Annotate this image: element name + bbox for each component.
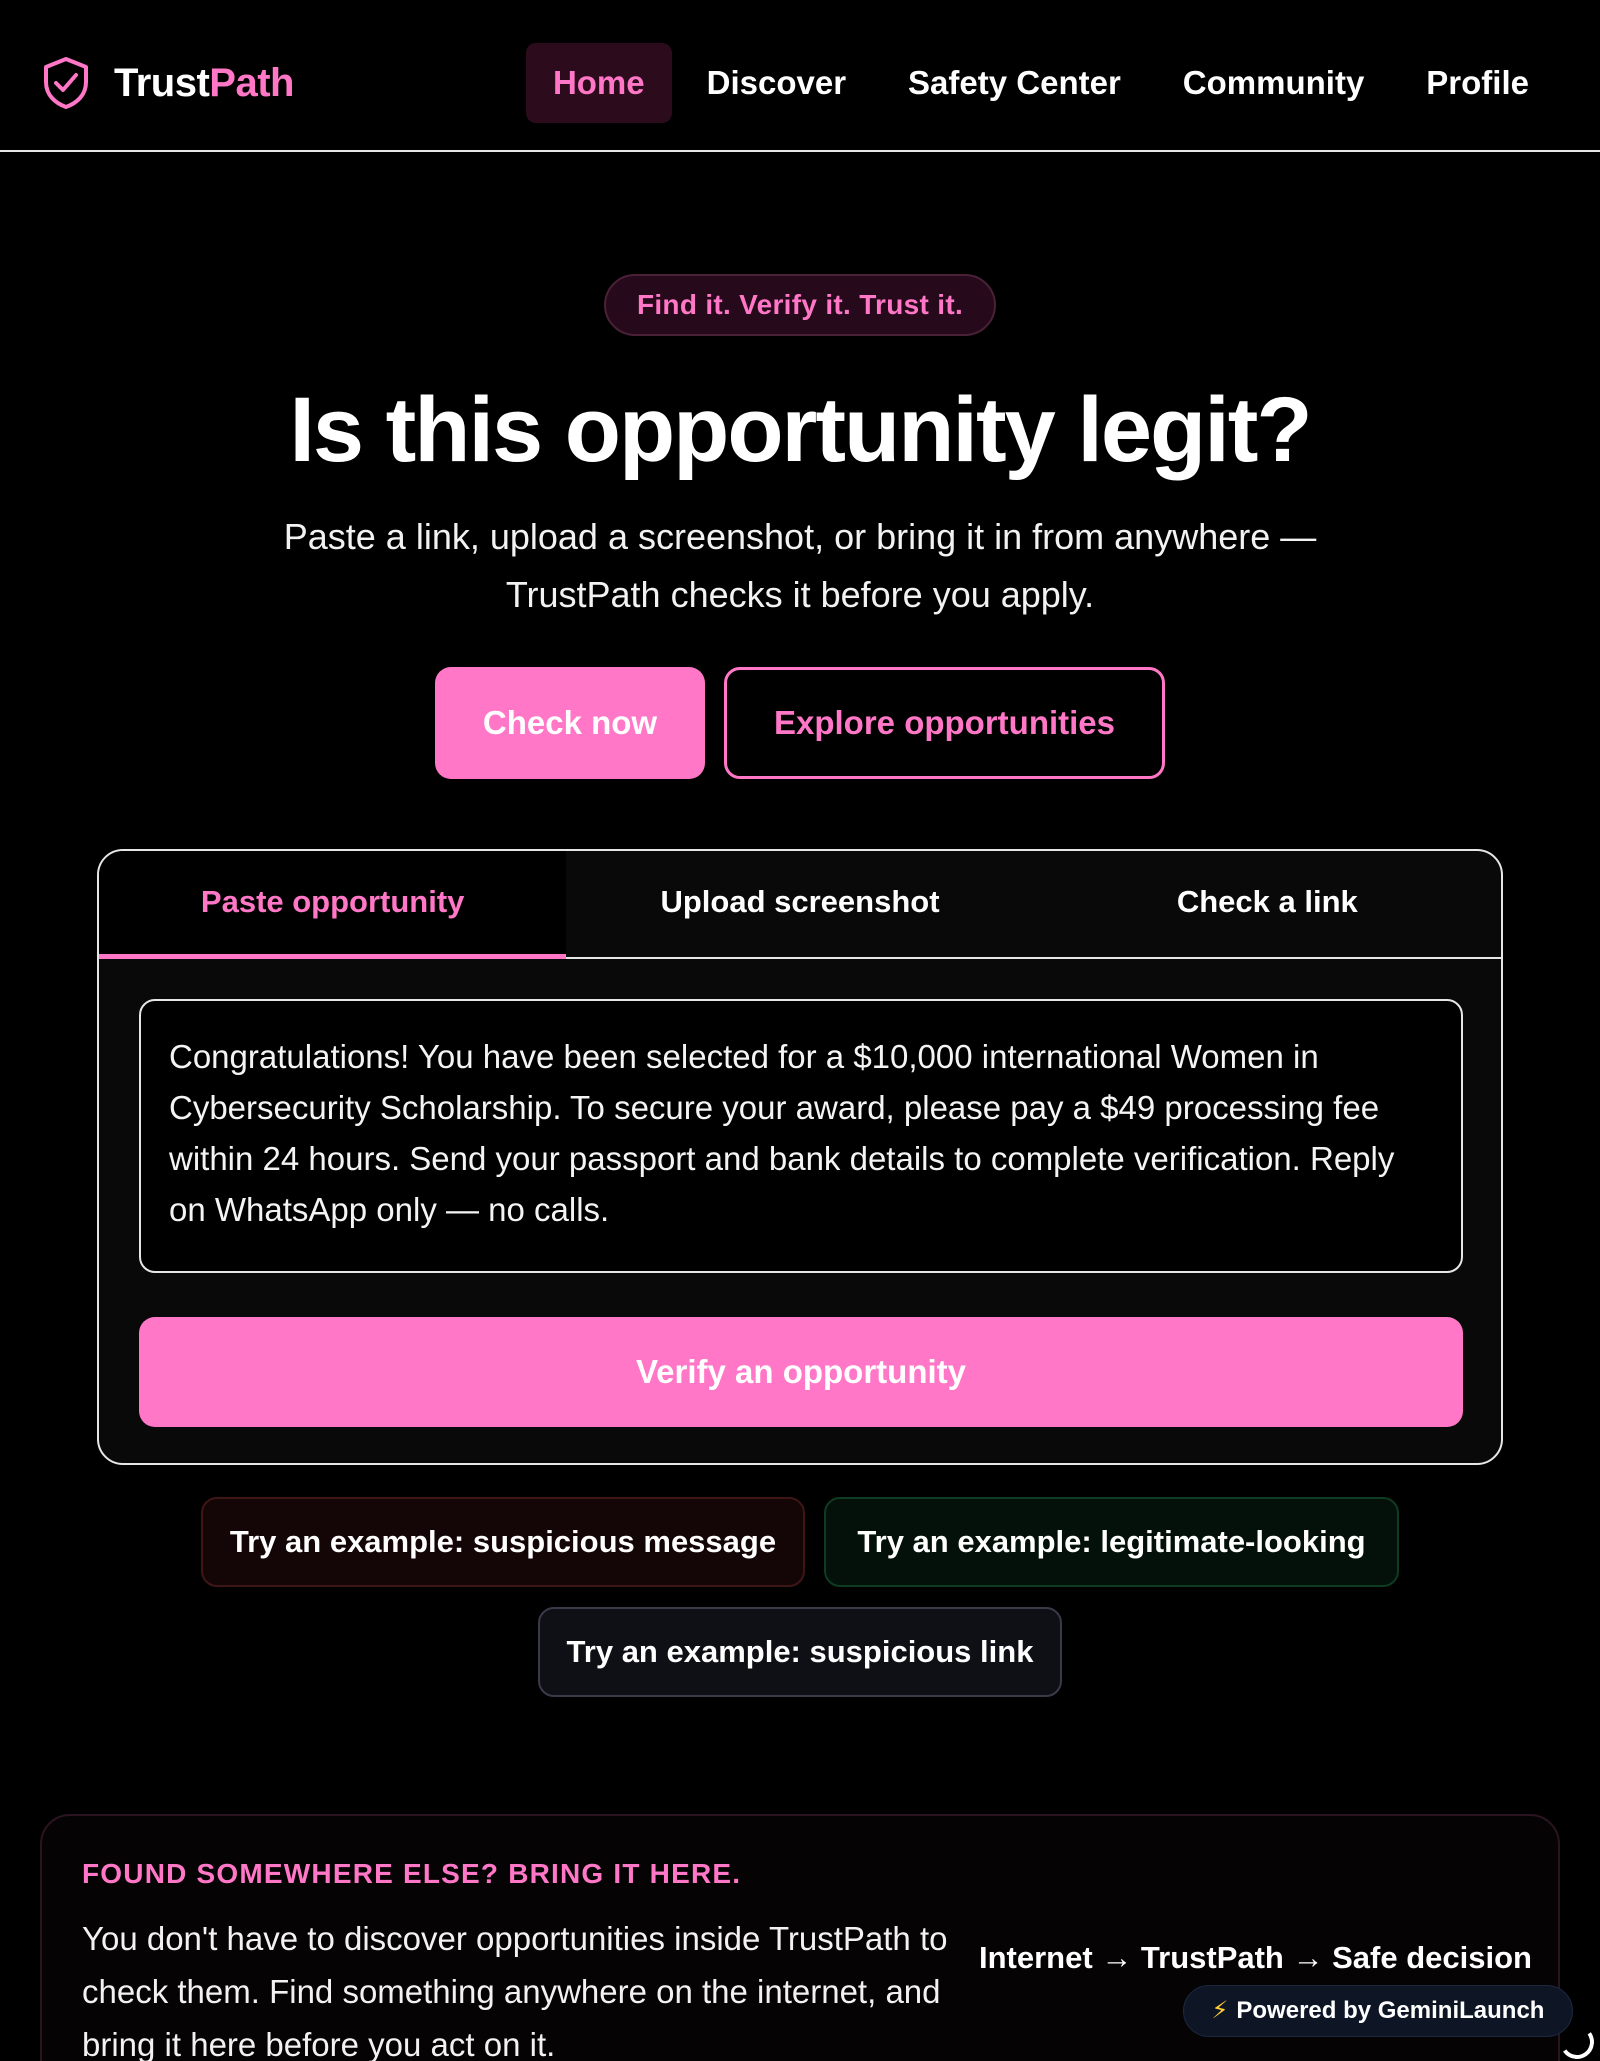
hero-title: Is this opportunity legit? (289, 379, 1312, 481)
opportunity-text-input[interactable]: Congratulations! You have been selected … (139, 999, 1463, 1273)
nav-links: Home Discover Safety Center Community Pr… (518, 43, 1556, 123)
flow-diagram-text: Internet → TrustPath → Safe decision (979, 1940, 1532, 1975)
nav-item-discover[interactable]: Discover (680, 43, 873, 123)
brand-logo[interactable]: TrustPath (42, 56, 294, 110)
powered-by-label: Powered by GeminiLaunch (1236, 1997, 1545, 2024)
nav-item-community[interactable]: Community (1156, 43, 1392, 123)
bring-it-here-text: You don't have to discover opportunities… (82, 1920, 948, 2061)
shield-check-icon (44, 57, 88, 109)
brand-name: TrustPath (114, 61, 294, 106)
verify-opportunity-button[interactable]: Verify an opportunity (139, 1317, 1463, 1427)
checker-tabs: Paste opportunity Upload screenshot Chec… (99, 851, 1501, 959)
explore-opportunities-button[interactable]: Explore opportunities (724, 667, 1165, 779)
nav-item-safety-center[interactable]: Safety Center (881, 43, 1148, 123)
top-nav: TrustPath Home Discover Safety Center Co… (0, 0, 1600, 152)
hero-subtitle-line2: TrustPath checks it before you apply. (505, 574, 1095, 615)
brand-name-part1: Trust (114, 60, 210, 105)
example-legitimate-looking-button[interactable]: Try an example: legitimate-looking (824, 1497, 1399, 1587)
tab-upload-screenshot[interactable]: Upload screenshot (566, 851, 1033, 957)
example-suspicious-link-button[interactable]: Try an example: suspicious link (538, 1607, 1062, 1697)
check-now-button[interactable]: Check now (435, 667, 705, 779)
tagline-pill: Find it. Verify it. Trust it. (604, 274, 996, 336)
example-suspicious-message-button[interactable]: Try an example: suspicious message (201, 1497, 805, 1587)
lightning-icon: ⚡ (1211, 1997, 1229, 2024)
powered-by-badge[interactable]: ⚡ Powered by GeminiLaunch (1183, 1985, 1573, 2037)
opportunity-checker-card: Paste opportunity Upload screenshot Chec… (97, 849, 1503, 1465)
nav-item-profile[interactable]: Profile (1399, 43, 1556, 123)
nav-item-home[interactable]: Home (525, 43, 672, 123)
tab-check-a-link[interactable]: Check a link (1034, 851, 1501, 957)
tab-paste-opportunity[interactable]: Paste opportunity (99, 851, 567, 959)
hero-subtitle-line1: Paste a link, upload a screenshot, or br… (283, 516, 1317, 557)
brand-name-part2: Path (209, 60, 294, 105)
bring-it-here-eyebrow: FOUND SOMEWHERE ELSE? BRING IT HERE. (82, 1858, 742, 1889)
hero-subtitle: Paste a link, upload a screenshot, or br… (230, 508, 1370, 624)
